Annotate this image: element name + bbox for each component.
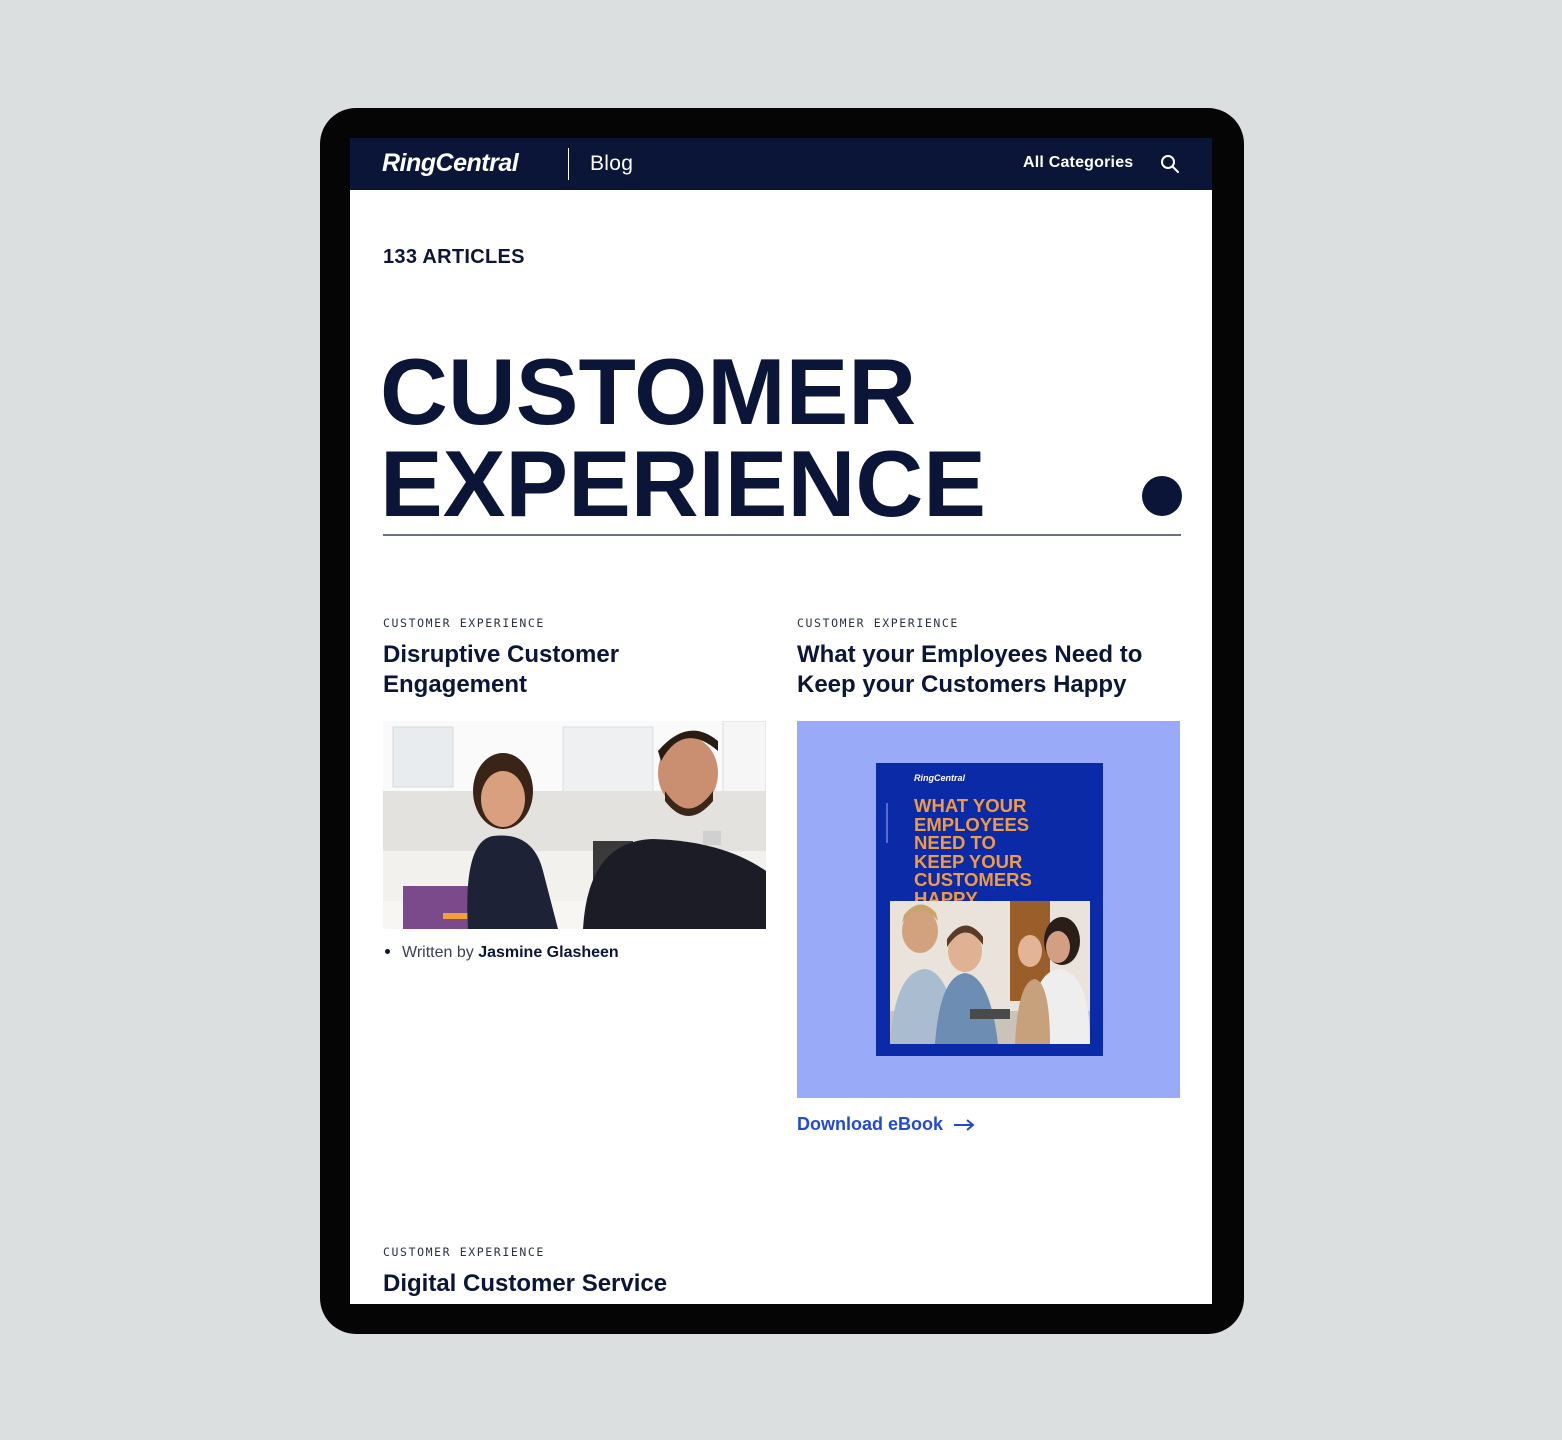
card-title[interactable]: Disruptive Customer Engagement (383, 640, 763, 700)
card-category-tag[interactable]: CUSTOMER EXPERIENCE (797, 616, 959, 630)
title-divider (383, 534, 1181, 536)
ebook-photo (890, 901, 1090, 1044)
download-ebook-label[interactable]: Download eBook (797, 1114, 943, 1134)
article-byline: Written by Jasmine Glasheen (383, 944, 619, 962)
nav-divider (568, 148, 569, 180)
bullet-icon (385, 948, 390, 954)
ebook-title: WHAT YOUR EMPLOYEES NEED TO KEEP YOUR CU… (914, 795, 1094, 908)
ebook-side-rule (886, 803, 888, 843)
tablet-frame: RingCentral Blog All Categories 133 ARTI… (320, 108, 1244, 1334)
all-categories-link[interactable]: All Categories (1023, 154, 1133, 172)
ebook-cover: RingCentral WHAT YOUR EMPLOYEES NEED TO … (876, 763, 1103, 1056)
article-photo[interactable] (383, 721, 766, 929)
byline-prefix: Written by (402, 944, 474, 961)
arrow-right-icon (954, 1119, 975, 1132)
download-ebook-link[interactable]: Download eBook (797, 1114, 975, 1135)
card-title-line[interactable]: Disruptive Customer (383, 640, 763, 670)
author-link[interactable]: Jasmine Glasheen (478, 944, 619, 961)
ebook-photo-illustration (890, 901, 1090, 1044)
article-count: 133 ARTICLES (383, 246, 525, 268)
page-title-line-1: CUSTOMER (380, 339, 917, 444)
card-title-line[interactable]: What your Employees Need to (797, 640, 1197, 670)
card-title-line[interactable]: Engagement (383, 670, 763, 700)
card-title[interactable]: Digital Customer Service (383, 1269, 883, 1299)
blog-link[interactable]: Blog (590, 152, 633, 176)
search-icon[interactable] (1160, 154, 1180, 174)
ebook-promo-panel[interactable]: RingCentral WHAT YOUR EMPLOYEES NEED TO … (797, 721, 1180, 1098)
page-title: CUSTOMER EXPERIENCE (380, 339, 1100, 536)
ebook-title-line: NEED TO (914, 832, 996, 853)
brand-logo[interactable]: RingCentral (382, 149, 519, 178)
ebook-brand: RingCentral (914, 773, 966, 783)
title-dot (1142, 476, 1182, 516)
page-title-line-2: EXPERIENCE (380, 431, 986, 536)
article-photo-illustration (383, 721, 766, 929)
card-title[interactable]: What your Employees Need to Keep your Cu… (797, 640, 1197, 700)
tablet-screen: RingCentral Blog All Categories 133 ARTI… (350, 138, 1212, 1304)
ebook-title-line: CUSTOMERS (914, 869, 1032, 890)
ebook-title-line: WHAT YOUR (914, 795, 1027, 816)
card-category-tag[interactable]: CUSTOMER EXPERIENCE (383, 1245, 545, 1259)
top-navbar: RingCentral Blog All Categories (350, 138, 1212, 190)
card-title-line[interactable]: Keep your Customers Happy (797, 670, 1197, 700)
card-category-tag[interactable]: CUSTOMER EXPERIENCE (383, 616, 545, 630)
